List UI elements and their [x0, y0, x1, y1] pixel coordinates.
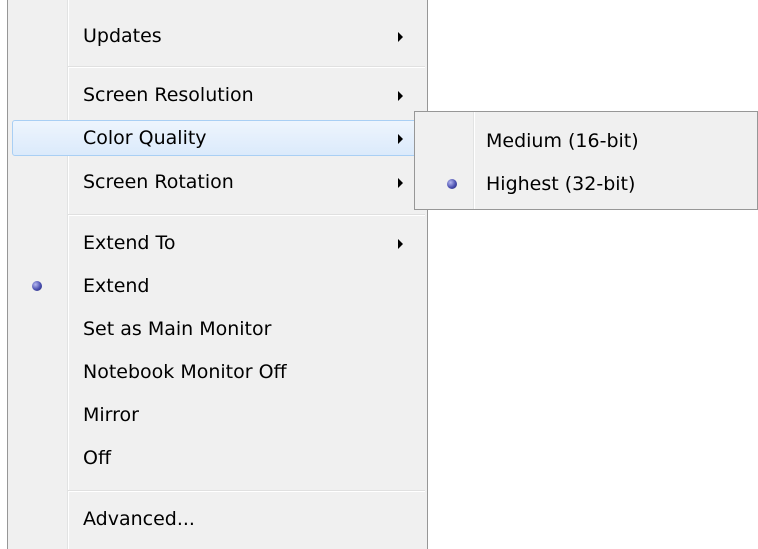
menu-item-extend[interactable]: Extend [12, 268, 423, 304]
menu-item-label: Mirror [83, 404, 139, 426]
menu-separator [68, 214, 425, 216]
menu-item-updates[interactable]: Updates [12, 18, 423, 54]
menu-item-label: Screen Rotation [83, 171, 234, 193]
submenu-arrow-icon [398, 91, 403, 101]
menu-item-screen-rotation[interactable]: Screen Rotation [12, 164, 423, 200]
submenu-item-highest-32-bit[interactable]: Highest (32-bit) [419, 166, 753, 202]
menu-item-off[interactable]: Off [12, 440, 423, 476]
menu-item-mirror[interactable]: Mirror [12, 397, 423, 433]
context-menu: Updates Screen Resolution Color Quality … [7, 0, 428, 549]
menu-item-label: Off [83, 447, 112, 469]
menu-item-extend-to[interactable]: Extend To [12, 225, 423, 261]
menu-item-label: Screen Resolution [83, 84, 254, 106]
menu-item-color-quality[interactable]: Color Quality [12, 120, 423, 156]
menu-item-label: Notebook Monitor Off [83, 361, 287, 383]
radio-dot-icon [447, 179, 457, 189]
menu-item-label: Updates [83, 25, 162, 47]
submenu-arrow-icon [398, 178, 403, 188]
menu-item-screen-resolution[interactable]: Screen Resolution [12, 77, 423, 113]
submenu-item-medium-16-bit[interactable]: Medium (16-bit) [419, 123, 753, 159]
menu-item-label: Extend To [83, 232, 176, 254]
menu-item-label: Set as Main Monitor [83, 318, 272, 340]
menu-item-label: Medium (16-bit) [486, 130, 639, 152]
menu-item-set-as-main-monitor[interactable]: Set as Main Monitor [12, 311, 423, 347]
screen: Updates Screen Resolution Color Quality … [0, 0, 758, 549]
submenu-arrow-icon [398, 239, 403, 249]
menu-item-label: Color Quality [83, 127, 207, 149]
menu-separator [68, 66, 425, 68]
radio-dot-icon [32, 281, 42, 291]
menu-item-label: Highest (32-bit) [486, 173, 636, 195]
submenu-arrow-icon [398, 32, 403, 42]
submenu-arrow-icon [398, 134, 403, 144]
menu-item-notebook-monitor-off[interactable]: Notebook Monitor Off [12, 354, 423, 390]
menu-separator [68, 490, 425, 492]
menu-item-advanced[interactable]: Advanced... [12, 501, 423, 537]
color-quality-submenu: Medium (16-bit) Highest (32-bit) [414, 111, 758, 210]
menu-item-label: Advanced... [83, 508, 195, 530]
menu-item-label: Extend [83, 275, 150, 297]
